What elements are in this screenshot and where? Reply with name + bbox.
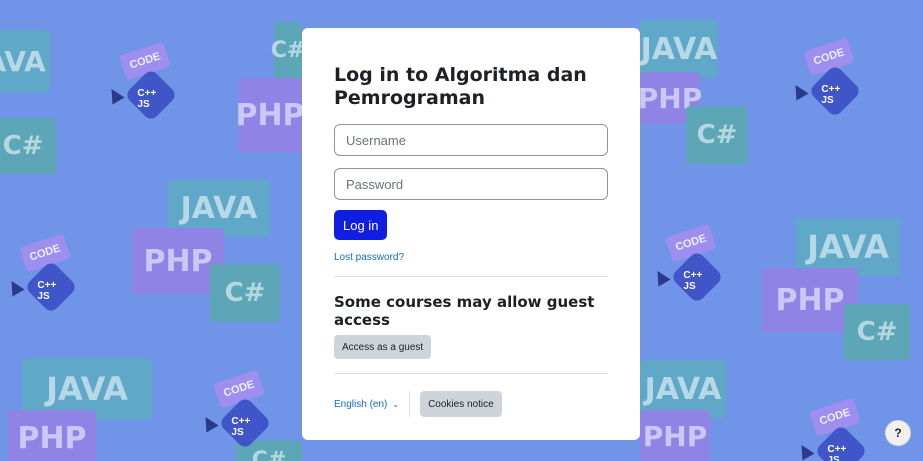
bg-csharp-bubble: C# — [844, 304, 910, 360]
bg-code-icon: CODE C++ JS — [199, 368, 280, 450]
bg-java-bubble: JAVA — [0, 30, 50, 92]
bg-csharp-bubble: C# — [686, 106, 748, 164]
cookies-notice-button[interactable]: Cookies notice — [420, 391, 502, 417]
card-footer: English (en) ⌄ Cookies notice — [334, 391, 608, 417]
bg-code-icon: CODE C++ JS — [105, 40, 186, 122]
question-icon: ? — [894, 426, 902, 440]
bg-code-icon: CODE C++ JS — [651, 222, 732, 304]
divider — [334, 276, 608, 277]
guest-access-heading: Some courses may allow guest access — [334, 293, 595, 329]
password-input[interactable] — [334, 168, 608, 200]
login-title: Log in to Algoritma dan Pemrograman — [334, 64, 587, 109]
login-card: Log in to Algoritma dan Pemrograman Log … — [302, 28, 640, 440]
lost-password-link[interactable]: Lost password? — [334, 252, 608, 263]
username-input[interactable] — [334, 124, 608, 156]
guest-access-button[interactable]: Access as a guest — [334, 335, 432, 359]
bg-code-icon: CODE C++ JS — [5, 232, 86, 314]
bg-csharp-bubble: C# — [271, 22, 305, 78]
language-label: English (en) — [334, 398, 388, 410]
help-button[interactable]: ? — [885, 420, 911, 446]
divider — [334, 373, 608, 374]
login-button[interactable]: Log in — [334, 210, 388, 240]
chevron-down-icon: ⌄ — [392, 399, 400, 409]
language-selector[interactable]: English (en) ⌄ — [334, 391, 411, 417]
bg-php-bubble: PHP — [8, 410, 96, 461]
bg-php-bubble: PHP — [640, 410, 710, 461]
bg-code-icon: CODE C++ JS — [789, 36, 870, 118]
bg-java-bubble: JAVA — [640, 20, 718, 78]
bg-csharp-bubble: C# — [210, 264, 280, 322]
bg-code-icon: CODE C++ JS — [795, 396, 876, 461]
bg-csharp-bubble: C# — [0, 118, 56, 174]
bg-php-bubble: PHP — [235, 78, 305, 152]
